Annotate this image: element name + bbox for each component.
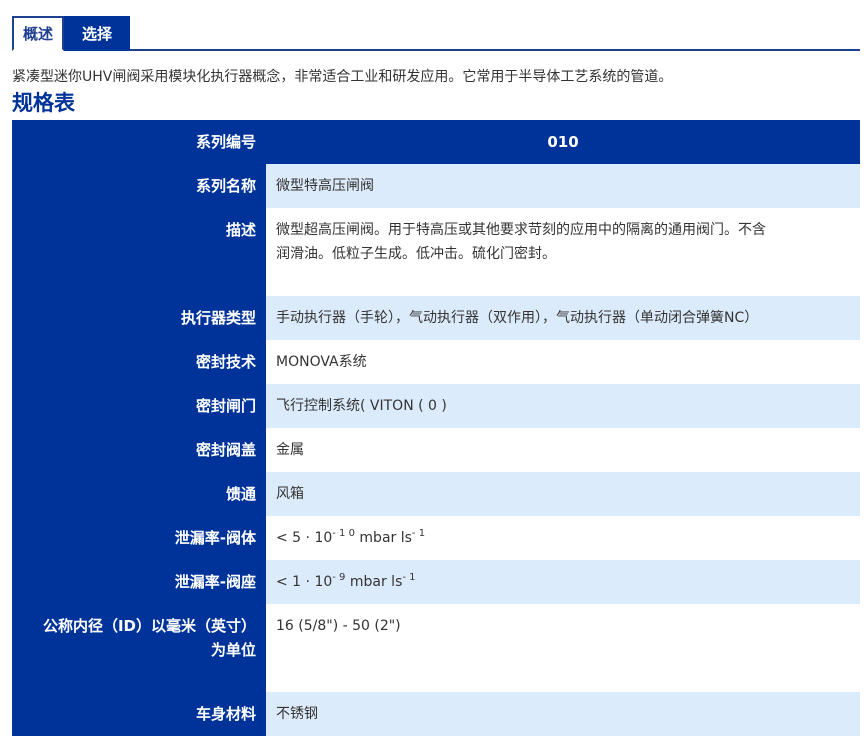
sealing-technology-value: MONOVA系统: [266, 340, 860, 384]
seal-gate-label: 密封闸门: [12, 384, 266, 428]
table-row: 执行器类型 手动执行器（手轮），气动执行器（双作用），气动执行器（单动闭合弹簧N…: [12, 296, 860, 340]
leak-rate-body-exponent: - 1 0: [332, 528, 355, 539]
seal-gate-value: 飞行控制系统( VITON ( 0 ): [266, 384, 860, 428]
sealing-technology-label: 密封技术: [12, 340, 266, 384]
table-row: 公称内径（ID）以毫米（英寸） 为单位 16 (5/8") - 50 (2"): [12, 604, 860, 692]
spec-title: 规格表: [12, 91, 75, 115]
table-row: 密封阀盖 金属: [12, 428, 860, 472]
table-row: 密封技术 MONOVA系统: [12, 340, 860, 384]
nominal-diameter-value: 16 (5/8") - 50 (2"): [266, 604, 860, 692]
leak-rate-body-unit: mbar ls: [359, 530, 412, 546]
leak-rate-seat-unit-exponent: - 1: [402, 572, 416, 583]
tab-bar: 概述 选择: [12, 16, 860, 51]
series-number-value: 010: [266, 120, 860, 164]
description-value: 微型超高压闸阀。用于特高压或其他要求苛刻的应用中的隔离的通用阀门。不含 润滑油。…: [266, 208, 860, 296]
table-row: 泄漏率-阀体 < 5 · 10- 1 0 mbar ls- 1: [12, 516, 860, 560]
table-row: 系列名称 微型特高压闸阀: [12, 164, 860, 208]
leak-rate-seat-label: 泄漏率-阀座: [12, 560, 266, 604]
table-row: 车身材料 不锈钢: [12, 692, 860, 736]
leak-rate-body-value: < 5 · 10- 1 0 mbar ls- 1: [266, 516, 860, 560]
table-row: 密封闸门 飞行控制系统( VITON ( 0 ): [12, 384, 860, 428]
nominal-diameter-label-line-2: 为单位: [210, 641, 256, 659]
spec-header-row: 系列编号 010: [12, 120, 860, 164]
feedthrough-value: 风箱: [266, 472, 860, 516]
leak-rate-seat-prefix: < 1 · 10: [276, 574, 333, 590]
nominal-diameter-label-line-1: 公称内径（ID）以毫米（英寸）: [42, 617, 256, 635]
series-name-label: 系列名称: [12, 164, 266, 208]
seal-bonnet-label: 密封阀盖: [12, 428, 266, 472]
intro-text: 紧凑型迷你UHV闸阀采用模块化执行器概念，非常适合工业和研发应用。它常用于半导体…: [12, 69, 673, 85]
nominal-diameter-label: 公称内径（ID）以毫米（英寸） 为单位: [12, 604, 266, 692]
tab-overview[interactable]: 概述: [12, 16, 64, 51]
leak-rate-body-unit-exponent: - 1: [411, 528, 426, 539]
description-line-1: 微型超高压闸阀。用于特高压或其他要求苛刻的应用中的隔离的通用阀门。不含: [276, 222, 766, 238]
actuator-type-label: 执行器类型: [12, 296, 266, 340]
table-row: 泄漏率-阀座 < 1 · 10- 9 mbar ls- 1: [12, 560, 860, 604]
feedthrough-label: 馈通: [12, 472, 266, 516]
description-label: 描述: [12, 208, 266, 296]
leak-rate-seat-unit: mbar ls: [349, 574, 403, 590]
spec-table: 系列编号 010 系列名称 微型特高压闸阀 描述 微型超高压闸阀。用于特高压或其…: [12, 120, 860, 736]
leak-rate-seat-value: < 1 · 10- 9 mbar ls- 1: [266, 560, 860, 604]
series-name-value: 微型特高压闸阀: [266, 164, 860, 208]
leak-rate-body-prefix: < 5 · 10: [276, 530, 333, 546]
leak-rate-seat-exponent: - 9: [332, 572, 346, 583]
leak-rate-body-label: 泄漏率-阀体: [12, 516, 266, 560]
series-number-label: 系列编号: [12, 120, 266, 164]
tab-select[interactable]: 选择: [64, 16, 130, 51]
table-row: 馈通 风箱: [12, 472, 860, 516]
table-row: 描述 微型超高压闸阀。用于特高压或其他要求苛刻的应用中的隔离的通用阀门。不含 润…: [12, 208, 860, 296]
body-material-value: 不锈钢: [266, 692, 860, 736]
seal-bonnet-value: 金属: [266, 428, 860, 472]
body-material-label: 车身材料: [12, 692, 266, 736]
description-line-2: 润滑油。低粒子生成。低冲击。硫化门密封。: [276, 246, 556, 262]
actuator-type-value: 手动执行器（手轮），气动执行器（双作用），气动执行器（单动闭合弹簧NC）: [266, 296, 860, 340]
